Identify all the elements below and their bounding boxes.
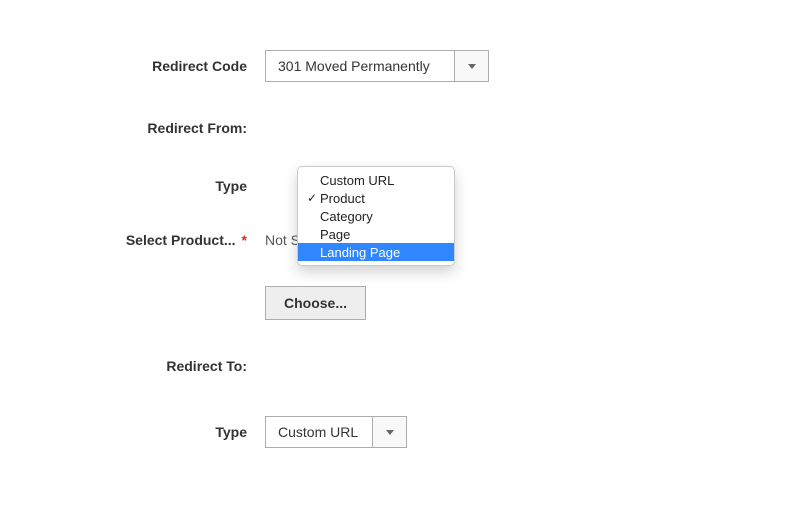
select-to-type[interactable]: Custom URL [265,416,407,448]
dropdown-option[interactable]: Category [298,207,454,225]
dropdown-option[interactable]: Page [298,225,454,243]
chevron-down-icon [386,430,394,435]
row-redirect-to-heading: Redirect To: [0,358,791,374]
select-to-type-toggle[interactable] [373,416,407,448]
dropdown-option-label: Category [320,209,454,224]
label-redirect-to: Redirect To: [0,358,265,374]
select-redirect-code-toggle[interactable] [455,50,489,82]
dropdown-option-label: Landing Page [320,245,454,260]
row-to-type: Type Custom URL [0,416,791,448]
label-redirect-code: Redirect Code [0,58,265,74]
chevron-down-icon [468,64,476,69]
dropdown-option[interactable]: Custom URL [298,171,454,189]
select-to-type-value: Custom URL [265,416,373,448]
required-star-icon: * [242,232,247,248]
check-icon: ✓ [304,191,320,205]
from-type-dropdown[interactable]: Custom URL✓Product Category Page Landing Pa… [297,166,455,266]
label-to-type: Type [0,424,265,440]
row-redirect-code: Redirect Code 301 Moved Permanently [0,50,791,82]
choose-button[interactable]: Choose... [265,286,366,320]
dropdown-option[interactable]: ✓Product [298,189,454,207]
row-redirect-from-heading: Redirect From: [0,120,791,136]
label-select-product: Select Product... * [0,232,265,248]
select-redirect-code-value: 301 Moved Permanently [265,50,455,82]
label-select-product-text: Select Product... [126,232,236,248]
select-redirect-code[interactable]: 301 Moved Permanently [265,50,489,82]
dropdown-option-label: Product [320,191,454,206]
dropdown-option[interactable]: Landing Page [298,243,454,261]
label-from-type: Type [0,178,265,194]
label-redirect-from: Redirect From: [0,120,265,136]
dropdown-option-label: Custom URL [320,173,454,188]
dropdown-option-label: Page [320,227,454,242]
row-choose: Choose... [0,286,791,320]
